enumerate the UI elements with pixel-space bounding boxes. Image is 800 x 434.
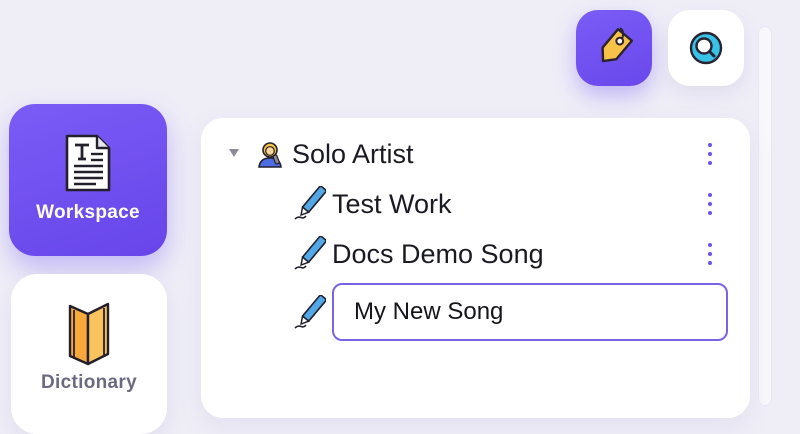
tree-item-label: Solo Artist — [292, 138, 414, 169]
tree-item-label: Test Work — [332, 188, 452, 219]
nav-workspace[interactable]: Workspace — [9, 104, 167, 256]
tree-item-docs-demo-song[interactable]: Docs Demo Song — [292, 234, 544, 274]
more-options-icon[interactable] — [705, 243, 715, 265]
search-button[interactable] — [668, 10, 744, 86]
tree-item-test-work[interactable]: Test Work — [292, 184, 452, 224]
more-options-icon[interactable] — [705, 193, 715, 215]
new-song-name-input[interactable] — [332, 283, 728, 341]
expand-toggle-icon[interactable] — [229, 149, 239, 157]
tree-item-label: Docs Demo Song — [332, 238, 544, 269]
tree-item-root[interactable]: Solo Artist — [256, 134, 414, 174]
search-icon — [689, 31, 723, 65]
document-icon — [65, 134, 111, 192]
nav-dictionary-label: Dictionary — [41, 372, 137, 393]
book-icon — [68, 302, 110, 366]
nav-dictionary[interactable]: Dictionary — [11, 274, 167, 434]
nav-workspace-label: Workspace — [36, 202, 140, 223]
scrollbar[interactable] — [758, 26, 772, 406]
tree-item-new — [292, 293, 326, 333]
artist-icon — [258, 142, 282, 168]
pen-icon — [294, 186, 326, 220]
tag-icon — [601, 27, 634, 63]
pen-icon — [294, 295, 326, 329]
pen-icon — [294, 236, 326, 270]
tag-button[interactable] — [576, 10, 652, 86]
more-options-icon[interactable] — [705, 143, 715, 165]
